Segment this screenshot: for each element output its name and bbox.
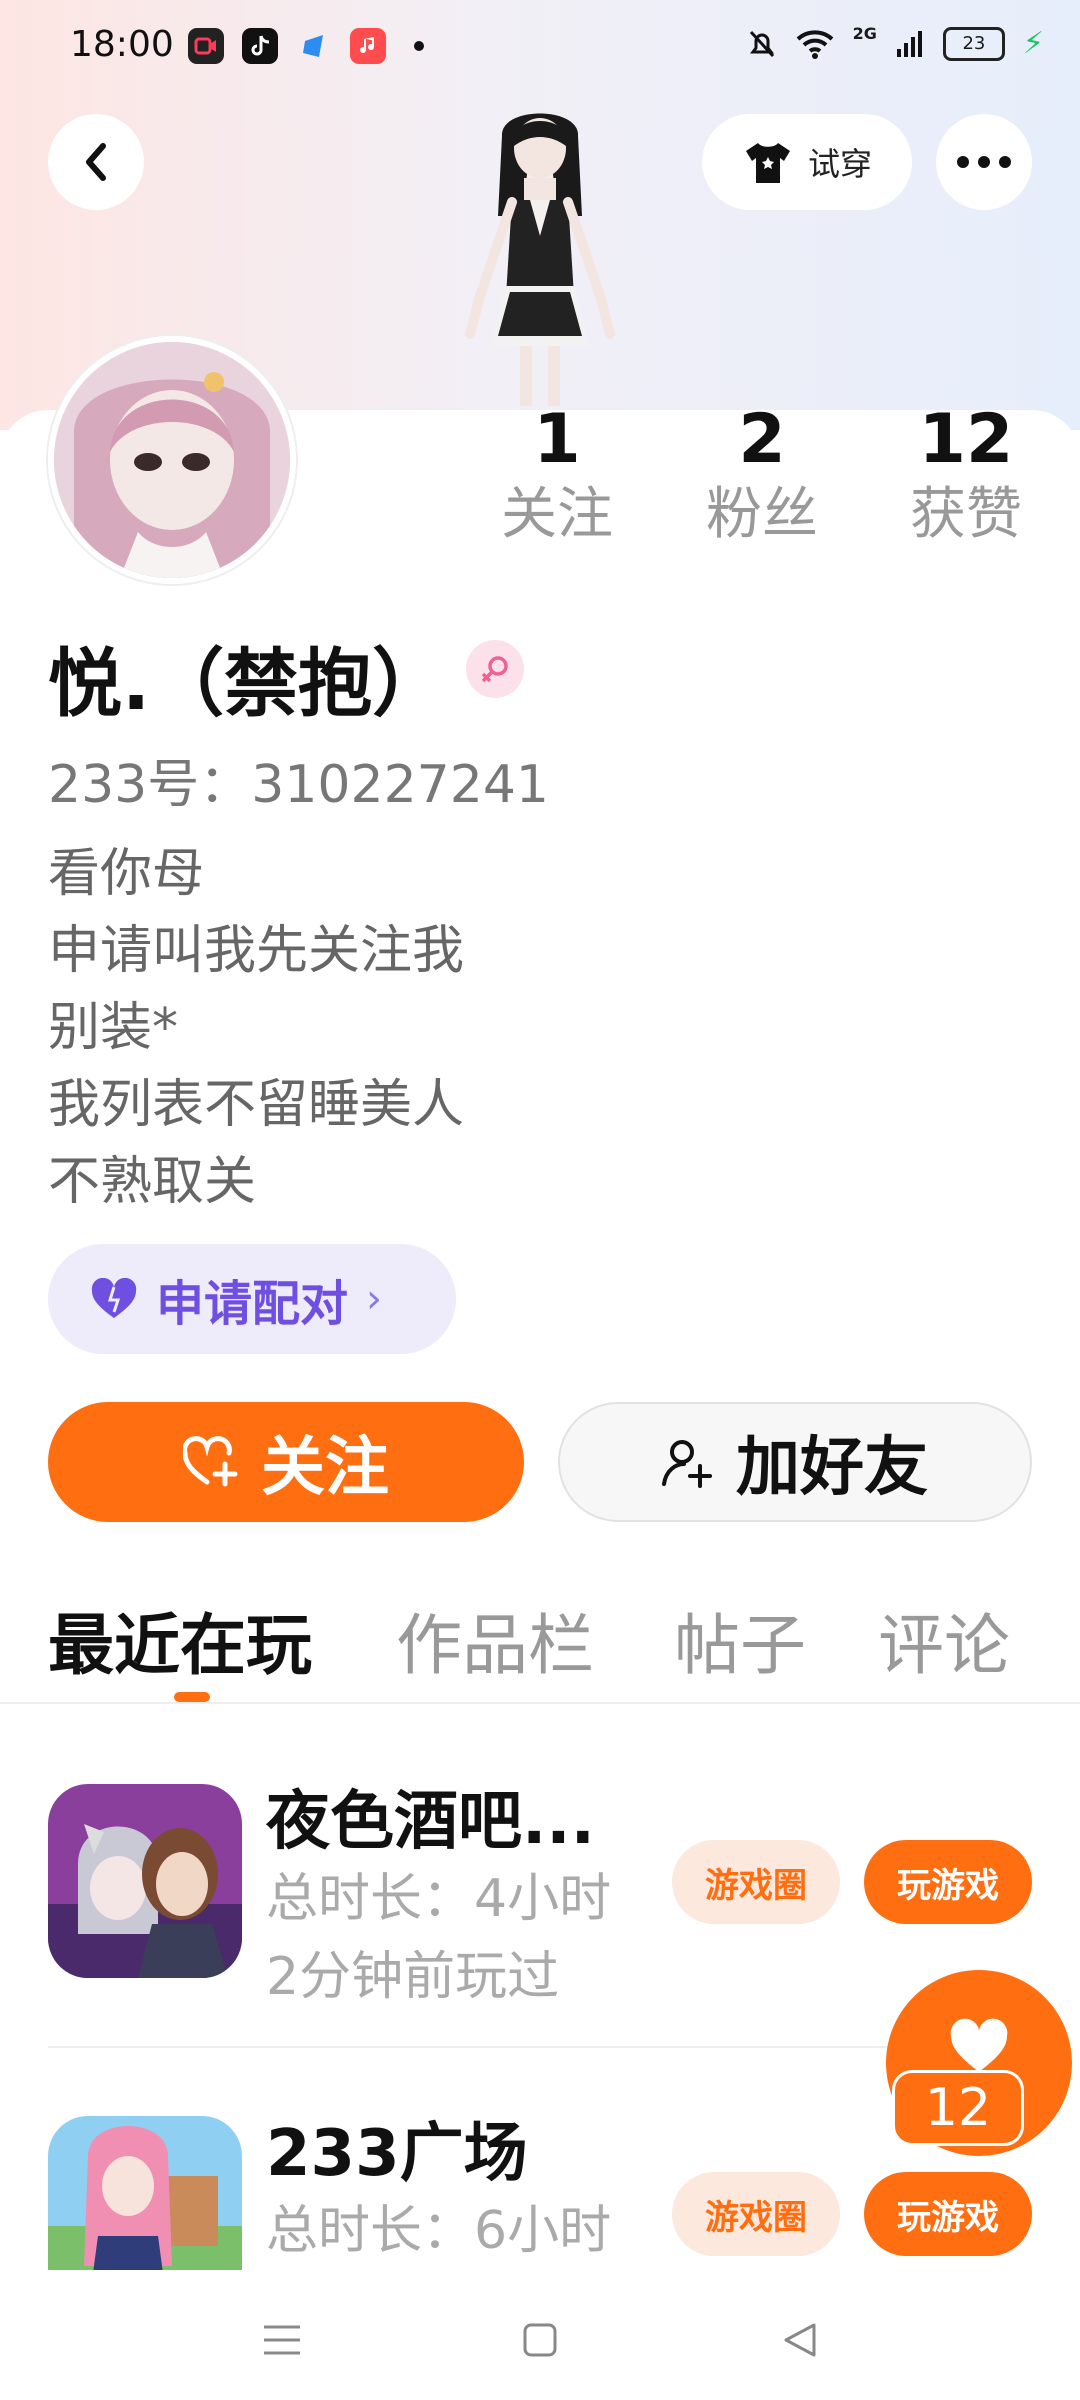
female-icon [466,640,524,698]
status-app-icons [188,28,424,64]
back-nav-button[interactable] [770,2310,830,2370]
add-user-icon [662,1440,712,1488]
list-divider [48,2046,1032,2048]
play-game-button[interactable]: 玩游戏 [864,1840,1032,1924]
avatar[interactable] [48,336,296,584]
avatar-image [54,342,290,578]
list-item[interactable]: 夜色酒吧... 总时长：4小时 2分钟前玩过 游戏圈 玩游戏 [0,1784,1080,2007]
followers-label: 粉丝 [706,482,818,547]
following-label: 关注 [501,482,613,547]
more-button[interactable] [936,114,1032,210]
game-circle-button[interactable]: 游戏圈 [672,1840,840,1924]
request-pair-button[interactable]: 申请配对 › [48,1244,456,1354]
try-on-label: 试穿 [807,145,872,183]
followers-stat[interactable]: 2 粉丝 [682,400,842,550]
game-duration: 总时长：4小时 [266,1869,612,1929]
status-indicators: 2G 23 ⚡ [747,24,1044,61]
battery-icon: 23 [942,26,1005,61]
active-tab-indicator [174,1692,210,1702]
menu-icon [264,2325,300,2355]
shirt-icon [745,143,790,183]
add-friend-label: 加好友 [736,1431,928,1505]
bio: 看你母 申请叫我先关注我 别装* 我列表不留睡美人 不熟取关 [48,836,464,1221]
battery-level: 23 [962,33,986,54]
tab-comments[interactable]: 评论 [878,1592,1010,1688]
follow-label: 关注 [261,1431,389,1505]
bio-line: 看你母 [48,844,205,904]
heart-icon [950,2018,1008,2072]
request-pair-label: 申请配对 [156,1276,349,1332]
menu-nav-button[interactable] [252,2310,312,2370]
tab-works[interactable]: 作品栏 [396,1592,594,1688]
home-square-icon [523,2323,557,2357]
followers-count: 2 [738,400,786,479]
tiktok-icon [242,28,278,64]
blue-app-icon [296,28,332,64]
video-app-icon [188,28,224,64]
likes-label: 获赞 [910,482,1022,547]
wifi-icon [796,29,834,59]
likes-count: 12 [918,400,1014,479]
mute-bell-icon [749,30,774,57]
like-count-badge: 12 [892,2070,1024,2146]
heart-plus-icon [183,1436,238,1487]
status-time: 18:00 [70,24,174,65]
chevron-right-icon: › [366,1276,383,1322]
chevron-left-icon [86,143,106,181]
tab-divider [0,1702,1080,1704]
network-type: 2G [852,24,877,43]
charging-icon: ⚡ [1022,26,1044,61]
bio-line: 别装* [48,998,179,1058]
notification-dot-icon [414,41,424,51]
bio-line: 我列表不留睡美人 [48,1075,465,1135]
game-icon [48,1784,242,1978]
add-friend-button[interactable]: 加好友 [558,1402,1032,1522]
back-button[interactable] [48,114,144,210]
game-duration: 总时长：6小时 [266,2201,612,2261]
system-nav-bar [0,2270,1080,2400]
game-last-played: 2分钟前玩过 [266,1947,560,2007]
try-on-button[interactable]: 试穿 [702,114,912,210]
likes-stat[interactable]: 12 获赞 [886,400,1046,550]
more-dots-icon [957,156,1011,168]
tab-posts[interactable]: 帖子 [674,1592,806,1688]
avatar-figure-image [465,113,615,406]
game-circle-button[interactable]: 游戏圈 [672,2172,840,2256]
user-id: 233号：310227241 [48,755,550,815]
profile-tabs: 最近在玩 作品栏 帖子 评论 [0,1592,1080,1702]
play-game-button[interactable]: 玩游戏 [864,2172,1032,2256]
signal-icon [896,30,922,57]
following-stat[interactable]: 1 关注 [477,400,637,550]
home-nav-button[interactable] [510,2310,570,2370]
heart-pair-icon [91,1278,137,1318]
tab-recently-played[interactable]: 最近在玩 [48,1592,312,1688]
game-name: 233广场 [266,2117,528,2191]
music-app-icon [350,28,386,64]
back-triangle-icon [784,2323,816,2357]
follow-button[interactable]: 关注 [48,1402,524,1522]
following-count: 1 [533,400,581,479]
bio-line: 不熟取关 [48,1152,257,1212]
game-name: 夜色酒吧... [266,1785,595,1859]
bio-line: 申请叫我先关注我 [48,921,465,981]
nickname: 悦.（禁抱） [48,641,447,727]
status-bar: 18:00 2G 23 ⚡ [0,0,1080,92]
